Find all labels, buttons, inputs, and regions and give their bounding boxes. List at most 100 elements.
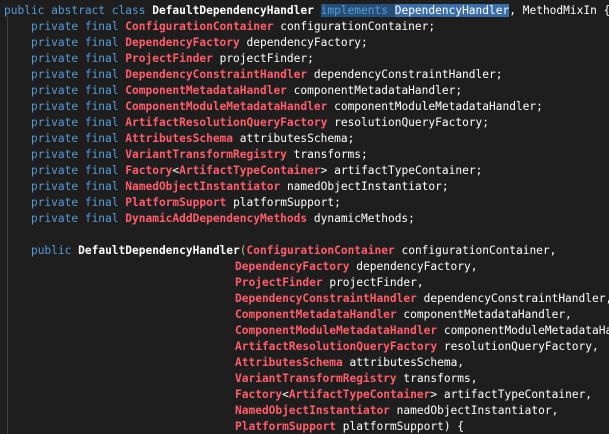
param-line[interactable]: ComponentModuleMetadataHandler component… [235,323,609,338]
param-name: componentMetadataHandler, [403,308,572,321]
param-name: componentModuleMetadataHandl [443,324,609,337]
field-name: dependencyFactory; [246,36,368,49]
field-name: artifactTypeContainer; [334,164,483,177]
param-line[interactable]: AttributesSchema attributesSchema, [235,355,464,370]
field-name: resolutionQueryFactory; [334,116,490,129]
field-name: dependencyConstraintHandler; [313,68,503,81]
field-modifier: private final [30,116,119,129]
param-type: DependencyFactory [235,260,350,273]
param-name: dependencyConstraintHandler, [423,292,609,305]
class-keywords: public abstract class [4,4,146,17]
field-type: ConfigurationContainer [125,20,274,33]
field-name: transforms; [293,148,368,161]
param-name: namedObjectInstantiator, [396,404,559,417]
generic-type: ArtifactTypeContainer [288,388,431,401]
field-modifier: private final [30,164,119,177]
field-modifier: private final [30,84,119,97]
field-name: platformSupport; [233,196,341,209]
param-line[interactable]: NamedObjectInstantiator namedObjectInsta… [235,403,558,418]
field-line[interactable]: private final ComponentModuleMetadataHan… [4,99,543,114]
param-type: ArtifactResolutionQueryFactory [235,340,438,353]
class-declaration-line[interactable]: public abstract class DefaultDependencyH… [4,3,609,18]
class-name: DefaultDependencyHandler [152,4,314,17]
field-line[interactable]: private final DependencyFactory dependen… [4,35,368,50]
field-type: ProjectFinder [125,52,213,65]
param-type: PlatformSupport [235,420,337,433]
constructor-name: DefaultDependencyHandler [78,244,240,257]
field-name: componentModuleMetadataHandler; [334,100,543,113]
param-name: configurationContainer, [401,244,557,257]
param-line[interactable]: VariantTransformRegistry transforms, [235,371,478,386]
field-line[interactable]: private final ConfigurationContainer con… [4,19,435,34]
open-paren: ( [239,244,247,257]
field-modifier: private final [30,180,119,193]
field-line[interactable]: private final Factory<ArtifactTypeContai… [4,163,482,178]
param-name: transforms, [403,372,478,385]
param-type: VariantTransformRegistry [235,372,397,385]
param-line[interactable]: Factory<ArtifactTypeContainer> artifactT… [235,387,592,402]
param-type: Factory [235,388,283,401]
field-name: attributesSchema; [239,132,355,145]
generic-open: < [282,388,289,401]
field-modifier: private final [30,20,119,33]
param-type: NamedObjectInstantiator [235,404,390,417]
field-type: DependencyFactory [125,36,240,49]
field-line[interactable]: private final ArtifactResolutionQueryFac… [4,115,489,130]
field-modifier: private final [30,212,119,225]
field-type: DynamicAddDependencyMethods [125,212,308,225]
param-name: dependencyFactory, [356,260,478,273]
param-line[interactable]: DependencyFactory dependencyFactory, [235,259,478,274]
field-name: namedObjectInstantiator; [286,180,449,193]
field-line[interactable]: private final VariantTransformRegistry t… [4,147,368,162]
field-name: componentMetadataHandler; [293,84,463,97]
field-name: dynamicMethods; [313,212,415,225]
field-type: ComponentMetadataHandler [125,84,287,97]
field-modifier: private final [30,132,119,145]
field-line[interactable]: private final ComponentMetadataHandler c… [4,83,462,98]
field-line[interactable]: private final DynamicAddDependencyMethod… [4,211,415,226]
param-type: AttributesSchema [235,356,343,369]
param-line[interactable]: PlatformSupport platformSupport) { [235,419,464,434]
field-modifier: private final [30,148,119,161]
param-type: ConfigurationContainer [246,244,395,257]
code-editor[interactable]: public abstract class DefaultDependencyH… [0,0,609,434]
field-line[interactable]: private final DependencyConstraintHandle… [4,67,503,82]
field-modifier: private final [30,36,119,49]
field-modifier: private final [30,196,119,209]
field-line[interactable]: private final NamedObjectInstantiator na… [4,179,449,194]
param-line[interactable]: ProjectFinder projectFinder, [235,275,424,290]
field-line[interactable]: private final ProjectFinder projectFinde… [4,51,314,66]
field-type: Factory [125,164,173,177]
field-name: projectFinder; [219,52,314,65]
param-line[interactable]: ComponentMetadataHandler componentMetada… [235,307,572,322]
field-modifier: private final [30,68,119,81]
param-name: platformSupport) { [342,420,465,433]
field-name: configurationContainer; [280,20,436,33]
field-type: AttributesSchema [125,132,234,145]
interface-method-mixin: MethodMixIn [522,4,597,17]
param-type: ProjectFinder [235,276,323,289]
interface-dependency-handler-selected: DependencyHandler [394,4,510,17]
param-name: resolutionQueryFactory, [443,340,599,353]
field-type: ArtifactResolutionQueryFactory [125,116,328,129]
field-type: PlatformSupport [125,196,227,209]
param-line[interactable]: DependencyConstraintHandler dependencyCo… [235,291,609,306]
param-type: ComponentMetadataHandler [235,308,397,321]
constructor-line[interactable]: public DefaultDependencyHandler(Configur… [4,243,556,258]
field-type: NamedObjectInstantiator [125,180,281,193]
param-type: ComponentModuleMetadataHandler [235,324,438,337]
param-name: attributesSchema, [349,356,465,369]
param-line[interactable]: ArtifactResolutionQueryFactory resolutio… [235,339,599,354]
generic-close: > [320,164,328,177]
param-name: artifactTypeContainer, [443,388,593,401]
generic-type: ArtifactTypeContainer [179,164,321,177]
field-type: ComponentModuleMetadataHandler [125,100,328,113]
field-type: VariantTransformRegistry [125,148,287,161]
generic-close: > [430,388,438,401]
field-line[interactable]: private final PlatformSupport platformSu… [4,195,341,210]
constructor-modifier: public [30,244,72,257]
implements-keyword-selected: implements [320,4,388,17]
field-line[interactable]: private final AttributesSchema attribute… [4,131,354,146]
field-type: DependencyConstraintHandler [125,68,308,81]
field-modifier: private final [30,52,119,65]
